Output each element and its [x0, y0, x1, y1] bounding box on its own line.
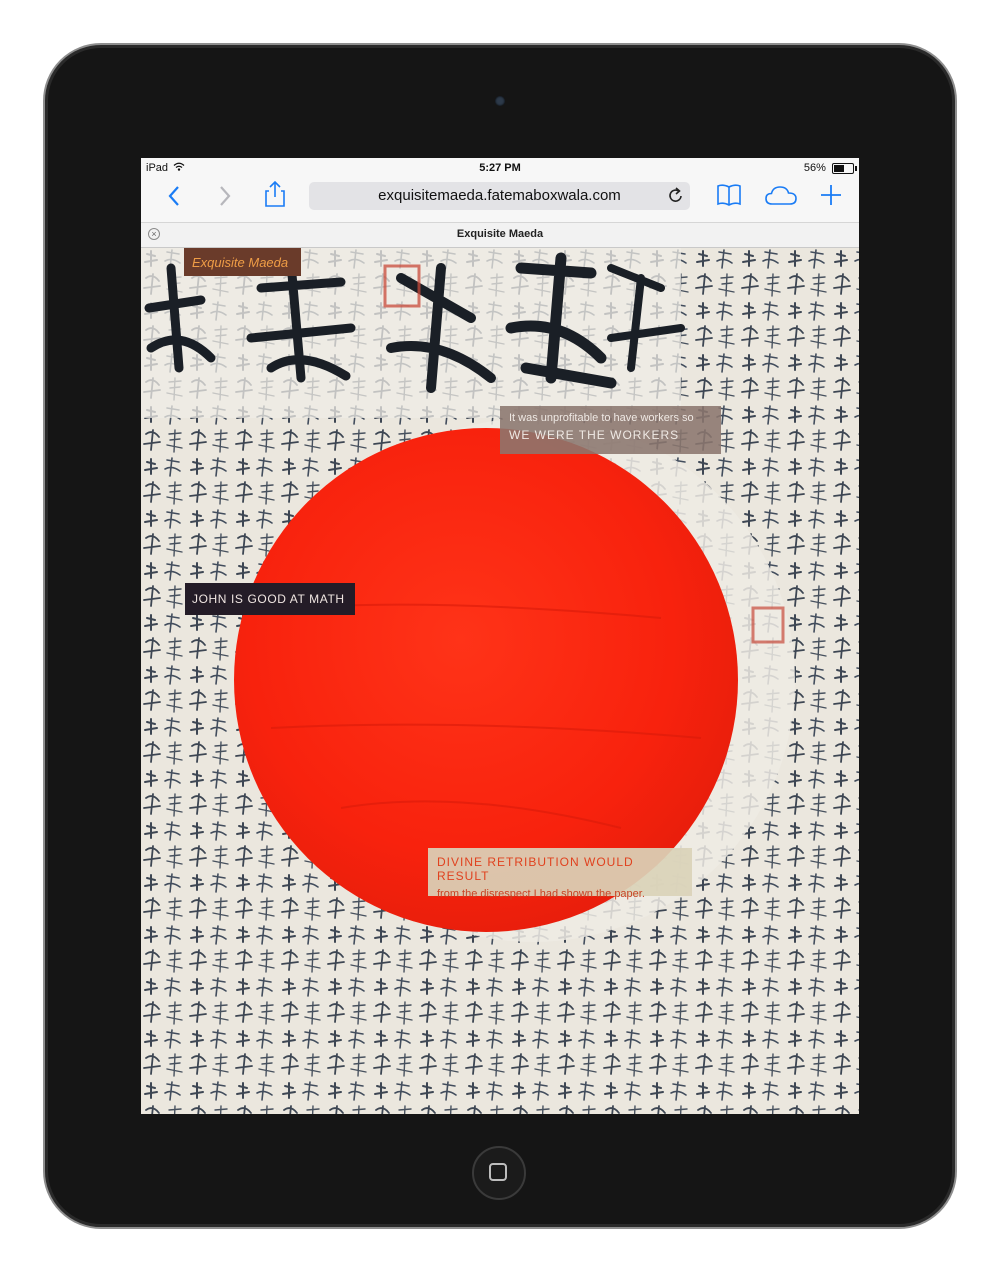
chevron-right-icon[interactable] — [218, 185, 232, 212]
caption-workers-line2: WE WERE THE WORKERS — [509, 428, 680, 442]
caption-workers-line1: It was unprofitable to have workers so — [509, 412, 694, 424]
page-content: Exquisite Maeda It was unprofitable to h… — [141, 248, 859, 1114]
caption-math: JOHN IS GOOD AT MATH — [185, 583, 355, 615]
reload-icon[interactable] — [668, 187, 684, 209]
tab-title[interactable]: Exquisite Maeda — [141, 228, 859, 240]
cloud-icon[interactable] — [764, 184, 798, 211]
caption-divine: DIVINE RETRIBUTION WOULD RESULT from the… — [428, 848, 692, 900]
share-icon[interactable] — [263, 180, 287, 213]
battery-icon — [832, 162, 857, 174]
status-bar: iPad 5:27 PM 56% — [141, 158, 859, 178]
status-time: 5:27 PM — [479, 162, 521, 174]
caption-workers: It was unprofitable to have workers so W… — [500, 406, 721, 454]
screen: iPad 5:27 PM 56% exquisitemaeda.fatemabo… — [141, 158, 859, 1114]
tab-bar: × Exquisite Maeda — [141, 222, 859, 248]
plus-icon[interactable] — [819, 183, 843, 212]
caption-divine-line1: DIVINE RETRIBUTION WOULD RESULT — [437, 855, 634, 883]
flag-background-image — [141, 248, 859, 1114]
book-icon[interactable] — [716, 183, 742, 212]
chevron-left-icon[interactable] — [167, 185, 181, 212]
battery-level — [834, 164, 844, 172]
brand-logo[interactable]: Exquisite Maeda — [184, 248, 301, 276]
browser-toolbar: exquisitemaeda.fatemaboxwala.com — [141, 178, 859, 228]
address-bar[interactable]: exquisitemaeda.fatemaboxwala.com — [309, 182, 690, 210]
caption-divine-line2: from the disrespect I had shown the pape… — [437, 888, 645, 900]
camera-lens — [495, 96, 505, 106]
url-text[interactable]: exquisitemaeda.fatemaboxwala.com — [309, 187, 690, 204]
battery-percent: 56% — [803, 162, 826, 174]
home-square-icon — [489, 1163, 507, 1181]
